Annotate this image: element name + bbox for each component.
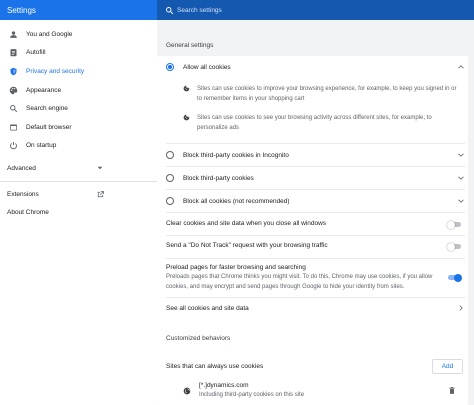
top-bar: Settings: [0, 0, 474, 20]
separator: [166, 235, 465, 236]
sidebar-item-label: On startup: [26, 142, 57, 149]
site-name: [*.]dynamics.com: [199, 382, 249, 389]
sidebar-item-default-browser[interactable]: Default browser: [0, 119, 156, 136]
sidebar-item-label: Privacy and security: [26, 68, 85, 75]
radio-block-third-party[interactable]: [166, 174, 174, 182]
sidebar-item-extensions[interactable]: Extensions: [7, 191, 39, 198]
clear-on-close-toggle[interactable]: [447, 220, 462, 229]
chevron-down-icon[interactable]: [456, 197, 466, 205]
general-settings-heading: General settings: [166, 42, 214, 49]
separator: [166, 143, 465, 144]
chevron-down-icon[interactable]: [456, 151, 466, 159]
advanced-label: Advanced: [7, 164, 36, 172]
option-label: Block all cookies (not recommended): [183, 197, 290, 205]
add-site-button[interactable]: Add: [432, 359, 463, 374]
separator: [166, 258, 465, 259]
do-not-track-toggle[interactable]: [447, 242, 462, 251]
shield-icon: [0, 67, 26, 76]
cookie-icon: [183, 114, 197, 133]
detail-text: Sites can use cookies to see your browsi…: [197, 115, 432, 131]
globe-icon: [183, 387, 191, 395]
sidebar-item-on-startup[interactable]: On startup: [0, 137, 156, 154]
separator: [166, 189, 465, 190]
see-all-cookies-row[interactable]: See all cookies and site data: [166, 304, 466, 312]
sidebar: You and Google Autofill Privacy and secu…: [0, 20, 157, 405]
power-icon: [0, 141, 26, 150]
separator: [166, 212, 465, 213]
palette-icon: [0, 86, 26, 95]
separator: [166, 297, 465, 298]
chevron-up-icon[interactable]: [456, 63, 466, 71]
option-block-third-party[interactable]: Block third-party cookies: [166, 174, 466, 182]
option-allow-all-cookies[interactable]: Allow all cookies: [166, 63, 466, 71]
search-icon: [0, 104, 26, 113]
site-description: Including third-party cookies on this si…: [199, 392, 305, 398]
detail-text: Sites can use cookies to improve your br…: [197, 86, 457, 102]
chevron-down-icon[interactable]: [456, 174, 466, 182]
browser-icon: [0, 123, 26, 132]
chevron-right-icon[interactable]: [456, 304, 466, 312]
cookie-icon: [183, 85, 197, 104]
sidebar-item-label: Appearance: [26, 87, 62, 94]
open-in-new-icon[interactable]: [96, 190, 105, 199]
chevron-down-icon: [95, 164, 105, 172]
see-all-cookies-label: See all cookies and site data: [166, 304, 249, 312]
sidebar-item-search-engine[interactable]: Search engine: [0, 100, 156, 117]
clear-on-close-label: Clear cookies and site data when you clo…: [166, 220, 327, 227]
header: Settings: [0, 0, 157, 20]
search-input[interactable]: [177, 6, 377, 14]
sidebar-item-autofill[interactable]: Autofill: [0, 44, 156, 61]
sidebar-divider: [0, 181, 157, 182]
toggle-knob: [447, 242, 455, 251]
trash-icon[interactable]: [448, 386, 456, 395]
sidebar-item-appearance[interactable]: Appearance: [0, 82, 156, 99]
sidebar-item-label: You and Google: [26, 31, 73, 38]
radio-block-incognito[interactable]: [166, 151, 174, 159]
app-title: Settings: [7, 5, 36, 15]
toggle-knob: [447, 220, 455, 229]
customized-behaviors-heading: Customized behaviors: [166, 335, 231, 342]
search-bar[interactable]: [157, 0, 474, 20]
separator: [166, 166, 465, 167]
always-allow-label: Sites that can always use cookies: [166, 363, 264, 370]
allow-all-detail-2: Sites can use cookies to see your browsi…: [183, 114, 463, 133]
sidebar-item-label: Autofill: [26, 49, 46, 56]
search-icon[interactable]: [157, 0, 177, 20]
preload-label: Preload pages for faster browsing and se…: [166, 264, 306, 271]
person-icon: [0, 30, 26, 39]
do-not-track-label: Send a "Do Not Track" request with your …: [166, 242, 328, 249]
preload-toggle[interactable]: [447, 273, 462, 282]
site-row: [*.]dynamics.com Including third-party c…: [183, 381, 463, 401]
option-label: Block third-party cookies: [183, 174, 254, 182]
option-block-incognito[interactable]: Block third-party cookies in Incognito: [166, 151, 466, 159]
option-block-all[interactable]: Block all cookies (not recommended): [166, 197, 466, 205]
sidebar-item-label: Search engine: [26, 105, 68, 112]
settings-card: [157, 56, 468, 405]
sidebar-item-label: Default browser: [26, 124, 72, 131]
allow-all-detail-1: Sites can use cookies to improve your br…: [183, 85, 463, 104]
option-label: Block third-party cookies in Incognito: [183, 151, 289, 159]
toggle-knob: [454, 273, 462, 282]
clipboard-icon: [0, 48, 26, 57]
option-label: Allow all cookies: [183, 63, 231, 71]
advanced-toggle[interactable]: Advanced: [7, 161, 107, 175]
preload-description: Preloads pages that Chrome thinks you mi…: [166, 274, 433, 290]
radio-allow-all[interactable]: [166, 63, 174, 71]
sidebar-item-privacy-and-security[interactable]: Privacy and security: [0, 63, 156, 80]
sidebar-item-you-and-google[interactable]: You and Google: [0, 26, 156, 43]
radio-block-all[interactable]: [166, 197, 174, 205]
sidebar-item-about-chrome[interactable]: About Chrome: [7, 209, 49, 216]
